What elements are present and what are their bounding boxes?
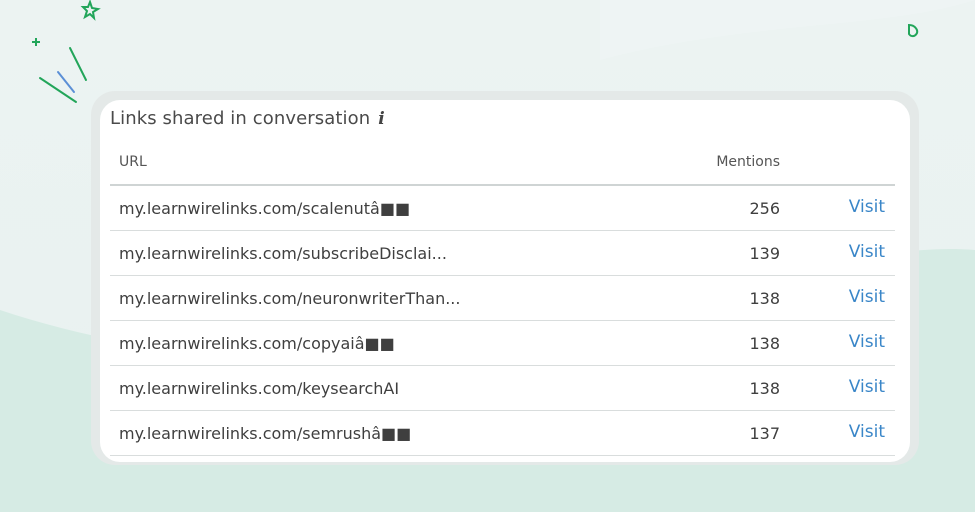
links-table: URL Mentions my.learnwirelinks.com/scale… xyxy=(110,140,895,456)
sparkle-decoration xyxy=(32,0,101,103)
table-row: my.learnwirelinks.com/semrushâ■■ 137 Vis… xyxy=(110,411,895,456)
table-header: URL Mentions xyxy=(110,140,895,186)
table-row: my.learnwirelinks.com/neuronwriterThan..… xyxy=(110,276,895,321)
table-row: my.learnwirelinks.com/subscribeDisclai..… xyxy=(110,231,895,276)
table-row: my.learnwirelinks.com/keysearchAI 138 Vi… xyxy=(110,366,895,411)
row-url: my.learnwirelinks.com/scalenutâ■■ xyxy=(119,199,411,218)
row-url: my.learnwirelinks.com/keysearchAI xyxy=(119,379,400,398)
row-mentions: 256 xyxy=(749,199,780,218)
visit-link[interactable]: Visit xyxy=(849,332,885,352)
row-url: my.learnwirelinks.com/semrushâ■■ xyxy=(119,424,412,443)
row-url: my.learnwirelinks.com/neuronwriterThan..… xyxy=(119,289,461,308)
row-mentions: 139 xyxy=(749,244,780,263)
table-row: my.learnwirelinks.com/scalenutâ■■ 256 Vi… xyxy=(110,186,895,231)
row-mentions: 138 xyxy=(749,379,780,398)
visit-link[interactable]: Visit xyxy=(849,197,885,217)
row-mentions: 137 xyxy=(749,424,780,443)
visit-link[interactable]: Visit xyxy=(849,242,885,262)
header-mentions: Mentions xyxy=(716,154,780,170)
row-url: my.learnwirelinks.com/subscribeDisclai..… xyxy=(119,244,447,263)
visit-link[interactable]: Visit xyxy=(849,377,885,397)
card-title-text: Links shared in conversation xyxy=(110,108,371,129)
visit-link[interactable]: Visit xyxy=(849,287,885,307)
links-card: Links shared in conversation i URL Menti… xyxy=(100,100,910,462)
header-url: URL xyxy=(119,154,147,170)
row-mentions: 138 xyxy=(749,334,780,353)
heart-decoration xyxy=(908,23,919,38)
card-title: Links shared in conversation i xyxy=(110,108,385,129)
visit-link[interactable]: Visit xyxy=(849,422,885,442)
table-row: my.learnwirelinks.com/copyaiâ■■ 138 Visi… xyxy=(110,321,895,366)
info-icon[interactable]: i xyxy=(378,109,385,129)
row-url: my.learnwirelinks.com/copyaiâ■■ xyxy=(119,334,395,353)
row-mentions: 138 xyxy=(749,289,780,308)
